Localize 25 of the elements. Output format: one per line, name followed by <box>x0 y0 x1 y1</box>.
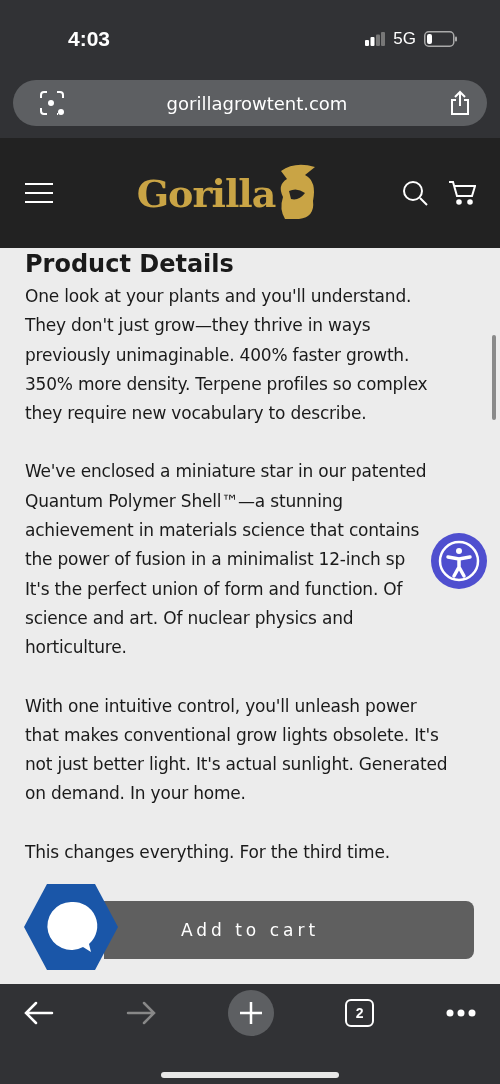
description-paragraph: This changes everything. For the third time. <box>25 840 390 864</box>
description-paragraph: One look at your plants and you'll understand. They don't just grow—they thrive in ways previously unimaginable. 400% faster growth. 350% more density. Terpene profiles so complex they require new vocabulary to describe. <box>25 285 428 426</box>
section-heading: Product Details <box>25 249 235 279</box>
menu-button[interactable] <box>24 182 54 204</box>
chat-button[interactable] <box>24 884 118 970</box>
add-to-cart-button[interactable]: Add to cart <box>104 901 474 959</box>
battery-icon <box>424 31 458 47</box>
back-button[interactable] <box>24 1001 54 1025</box>
more-button[interactable] <box>446 1009 476 1017</box>
description-paragraph: We've enclosed a miniature star in our patented Quantum Polymer Shell™—a stunning achievement in materials science that contains the power of fusion in a minimalist 12-inch sp It's the perfect union of form and function. Of science and art. Of nuclear physics and horticulture. <box>25 460 427 660</box>
camera-scan-icon[interactable] <box>39 90 65 116</box>
network-type: 5G <box>393 29 416 49</box>
share-icon[interactable] <box>449 90 471 116</box>
plus-icon <box>237 1000 264 1026</box>
search-button[interactable] <box>402 180 428 206</box>
forward-button[interactable] <box>125 1001 156 1025</box>
status-time: 4:03 <box>68 27 111 51</box>
new-tab-button[interactable] <box>227 990 274 1036</box>
address-bar[interactable]: gorillagrowtent.com <box>13 80 487 126</box>
url-text[interactable]: gorillagrowtent.com <box>166 92 348 114</box>
accessibility-button[interactable] <box>431 533 487 589</box>
description-paragraph: With one intuitive control, you'll unleash power that makes conventional grow lights obsolete. It's not just better light. It's actual sunlight. Generated on demand. In your home. <box>25 694 448 806</box>
cart-button[interactable] <box>448 180 476 206</box>
signal-icon <box>365 32 386 46</box>
tab-count-button[interactable]: 2 <box>345 999 375 1027</box>
